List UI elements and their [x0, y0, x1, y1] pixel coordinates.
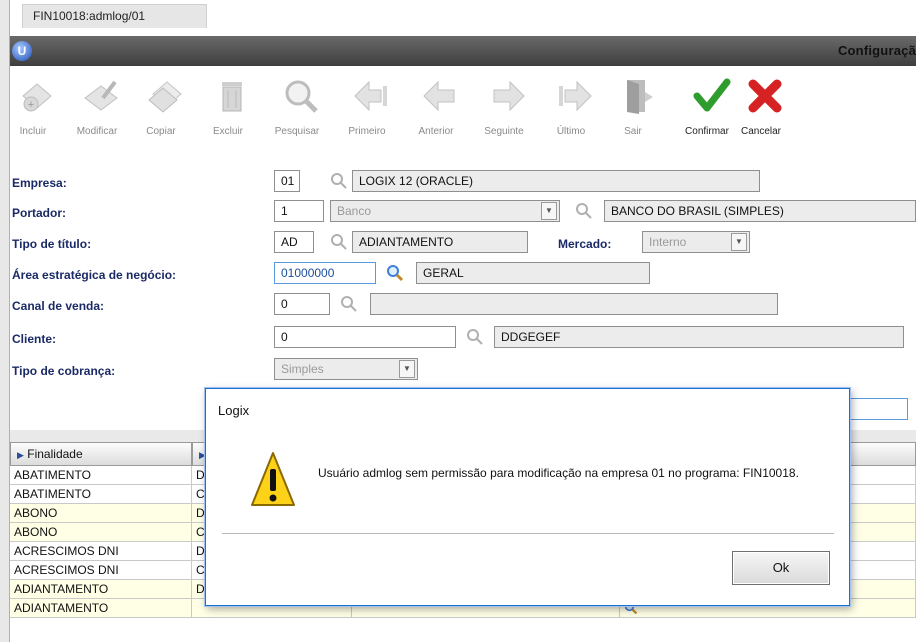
label-mercado: Mercado: [558, 237, 612, 251]
trash-icon [222, 82, 242, 112]
grid-header-finalidade[interactable]: ▶ Finalidade [10, 442, 192, 466]
toolbar-label-pesquisar: Pesquisar [274, 126, 320, 137]
label-empresa: Empresa: [12, 176, 67, 190]
area-code-field[interactable]: 01000000 [274, 262, 376, 284]
magnifier-icon [285, 80, 318, 113]
tipo-titulo-code-field[interactable]: AD [274, 231, 314, 253]
cobranca-select[interactable]: Simples [274, 358, 418, 380]
toolbar-button-incluir[interactable]: + Incluir [0, 70, 66, 150]
header-expand-icon: ▶ [17, 450, 24, 460]
edit-document-icon [84, 80, 118, 111]
title-bar: Configuraçã [10, 36, 916, 66]
empresa-search-icon[interactable] [330, 172, 348, 190]
dialog-separator [222, 533, 834, 534]
cliente-name-field: DDGEGEF [494, 326, 904, 348]
toolbar-button-excluir[interactable]: Excluir [195, 70, 261, 150]
cell-finalidade: ABATIMENTO [10, 485, 192, 504]
dialog-title: Logix [218, 403, 250, 418]
mercado-dropdown-arrow[interactable]: ▼ [731, 233, 747, 251]
cobranca-dropdown-arrow[interactable]: ▼ [399, 360, 415, 378]
toolbar-label-incluir: Incluir [19, 126, 47, 137]
svg-text:+: + [28, 99, 34, 111]
dialog-message: Usuário admlog sem permissão para modifi… [318, 466, 799, 480]
previous-arrow-icon [423, 80, 455, 112]
toolbar-label-ultimo: Último [556, 126, 586, 137]
area-name-field: GERAL [416, 262, 650, 284]
first-arrow-icon [354, 80, 387, 112]
toolbar-button-modificar[interactable]: Modificar [64, 70, 130, 150]
toolbar-button-sair[interactable]: Sair [600, 70, 666, 150]
window-title: Configuraçã [837, 43, 916, 58]
ok-button[interactable]: Ok [732, 551, 830, 585]
canal-code-field[interactable]: 0 [274, 293, 330, 315]
toolbar-label-excluir: Excluir [212, 126, 243, 137]
toolbar-label-cancelar: Cancelar [740, 126, 782, 137]
portador-type-dropdown-arrow[interactable]: ▼ [541, 202, 557, 220]
app-logo-icon: U [12, 41, 32, 61]
toolbar-label-copiar: Copiar [146, 126, 176, 137]
label-tipo-cobranca: Tipo de cobrança: [12, 364, 116, 378]
message-dialog: Logix Usuário admlog sem permissão para … [205, 388, 850, 606]
portador-name-field: BANCO DO BRASIL (SIMPLES) [604, 200, 916, 222]
cell-finalidade: ADIANTAMENTO [10, 580, 192, 599]
cell-finalidade: ABONO [10, 523, 192, 542]
toolbar-button-ultimo[interactable]: Último [538, 70, 604, 150]
toolbar-button-primeiro[interactable]: Primeiro [334, 70, 400, 150]
toolbar-button-copiar[interactable]: Copiar [128, 70, 194, 150]
area-search-icon[interactable] [386, 264, 404, 282]
toolbar-button-cancelar[interactable]: Cancelar [728, 70, 794, 150]
label-canal-venda: Canal de venda: [12, 299, 105, 313]
cliente-code-field[interactable]: 0 [274, 326, 456, 348]
label-portador: Portador: [12, 206, 66, 220]
cell-finalidade: ADIANTAMENTO [10, 599, 192, 618]
tipo-titulo-name-field: ADIANTAMENTO [352, 231, 528, 253]
toolbar-button-seguinte[interactable]: Seguinte [471, 70, 537, 150]
red-x-icon [748, 79, 782, 113]
add-document-icon: + [22, 83, 52, 112]
tipo-titulo-search-icon[interactable] [330, 233, 348, 251]
portador-code-field[interactable]: 1 [274, 200, 324, 222]
grid-header-finalidade-label: Finalidade [27, 447, 83, 461]
cell-finalidade: ABATIMENTO [10, 466, 192, 485]
cell-finalidade: ACRESCIMOS DNI [10, 542, 192, 561]
empresa-name-field: LOGIX 12 (ORACLE) [352, 170, 760, 192]
portador-search-icon[interactable] [575, 202, 593, 220]
cliente-search-icon[interactable] [466, 328, 484, 346]
portador-type-select[interactable]: Banco [330, 200, 560, 222]
label-cliente: Cliente: [12, 332, 57, 346]
canal-search-icon[interactable] [340, 295, 358, 313]
toolbar-button-pesquisar[interactable]: Pesquisar [264, 70, 330, 150]
green-check-icon [693, 78, 731, 112]
toolbar-label-primeiro: Primeiro [348, 126, 386, 137]
tab-program[interactable]: FIN10018:admlog/01 [22, 4, 207, 28]
toolbar-button-anterior[interactable]: Anterior [403, 70, 469, 150]
canal-name-field [370, 293, 778, 315]
hidden-field-behind-dialog[interactable] [840, 398, 908, 420]
label-tipo-titulo: Tipo de título: [12, 237, 92, 251]
toolbar-label-modificar: Modificar [76, 126, 118, 137]
next-arrow-icon [493, 80, 525, 112]
empresa-code-field[interactable]: 01 [274, 170, 300, 192]
toolbar-label-seguinte: Seguinte [484, 126, 524, 137]
copy-document-icon [148, 81, 182, 113]
toolbar-label-anterior: Anterior [418, 126, 454, 137]
warning-icon [251, 452, 295, 506]
exit-door-icon [627, 80, 653, 114]
label-area-estrategica: Área estratégica de negócio: [12, 268, 177, 282]
cell-finalidade: ACRESCIMOS DNI [10, 561, 192, 580]
toolbar-label-sair: Sair [624, 126, 642, 137]
last-arrow-icon [559, 80, 592, 112]
cell-finalidade: ABONO [10, 504, 192, 523]
